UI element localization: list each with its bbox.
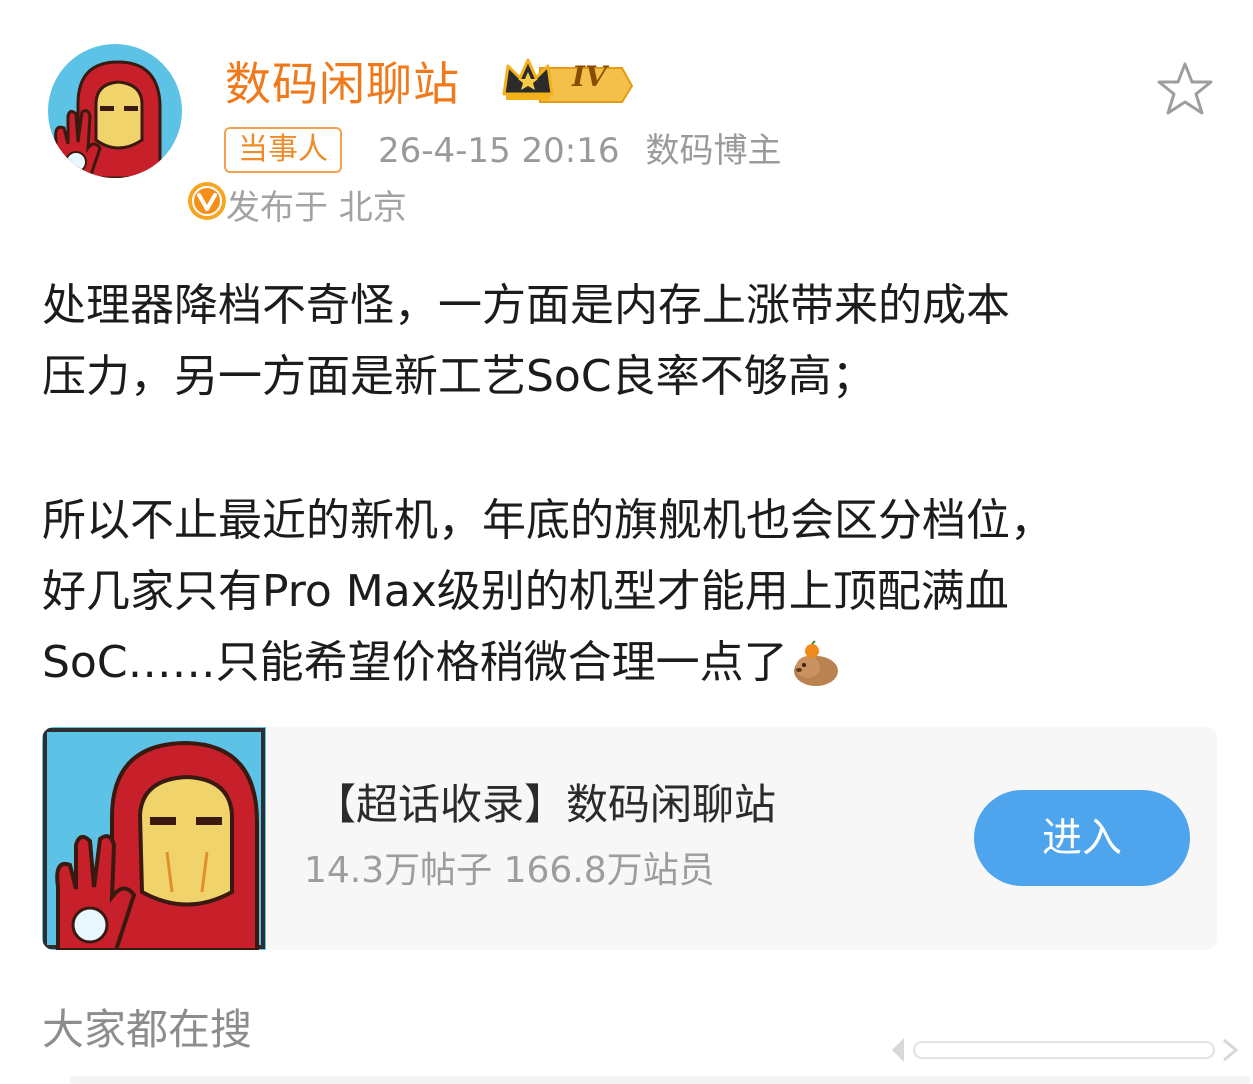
post-line: 压力，另一方面是新工艺SoC良率不够高； <box>42 351 876 402</box>
post-meta: 26-4-15 20:16 数码博主 <box>378 130 782 172</box>
verified-v-icon <box>184 178 230 224</box>
capybara-emoji <box>793 639 838 686</box>
post-paragraph-2: 所以不止最近的新机，年底的旗舰机也会区分档位， 好几家只有Pro Max级别的机… <box>42 485 1222 698</box>
ironman-avatar-image <box>48 44 182 178</box>
supertopic-title[interactable]: 【超话收录】数码闲聊站 <box>314 775 776 835</box>
post-line: 好几家只有Pro Max级别的机型才能用上顶配满血 <box>42 566 1009 617</box>
supertopic-stats: 14.3万帖子 166.8万站员 <box>304 850 715 891</box>
role-tag: 当事人 <box>224 127 342 173</box>
supertopic-card[interactable]: 【超话收录】数码闲聊站 14.3万帖子 166.8万站员 进入 <box>42 727 1217 950</box>
level-badge-text: IV <box>572 60 607 93</box>
post-source: 数码博主 <box>645 131 782 171</box>
post-line: 所以不止最近的新机，年底的旗舰机也会区分档位， <box>42 495 1054 546</box>
post-line-last: SoC……只能希望价格稍微合理一点了 <box>42 627 1222 698</box>
post-line: SoC……只能希望价格稍微合理一点了 <box>42 637 788 688</box>
level-badge[interactable]: IV <box>500 54 636 104</box>
author-name[interactable]: 数码闲聊站 <box>225 48 460 114</box>
trending-section-title: 大家都在搜 <box>42 1005 253 1054</box>
post-timestamp: 26-4-15 20:16 <box>378 131 620 171</box>
enter-button[interactable]: 进入 <box>974 790 1190 886</box>
supertopic-cover-image <box>42 727 266 950</box>
star-icon[interactable] <box>1155 60 1215 120</box>
post-location: 发布于 北京 <box>226 188 407 228</box>
post-line: 处理器降档不奇怪，一方面是内存上涨带来的成本 <box>42 280 1010 331</box>
watermark-icon <box>892 1038 1239 1062</box>
post-paragraph-1: 处理器降档不奇怪，一方面是内存上涨带来的成本 压力，另一方面是新工艺SoC良率不… <box>42 270 1222 412</box>
bottom-divider <box>70 1076 1250 1084</box>
author-avatar[interactable] <box>48 44 230 224</box>
crown-level-icon <box>502 58 634 103</box>
